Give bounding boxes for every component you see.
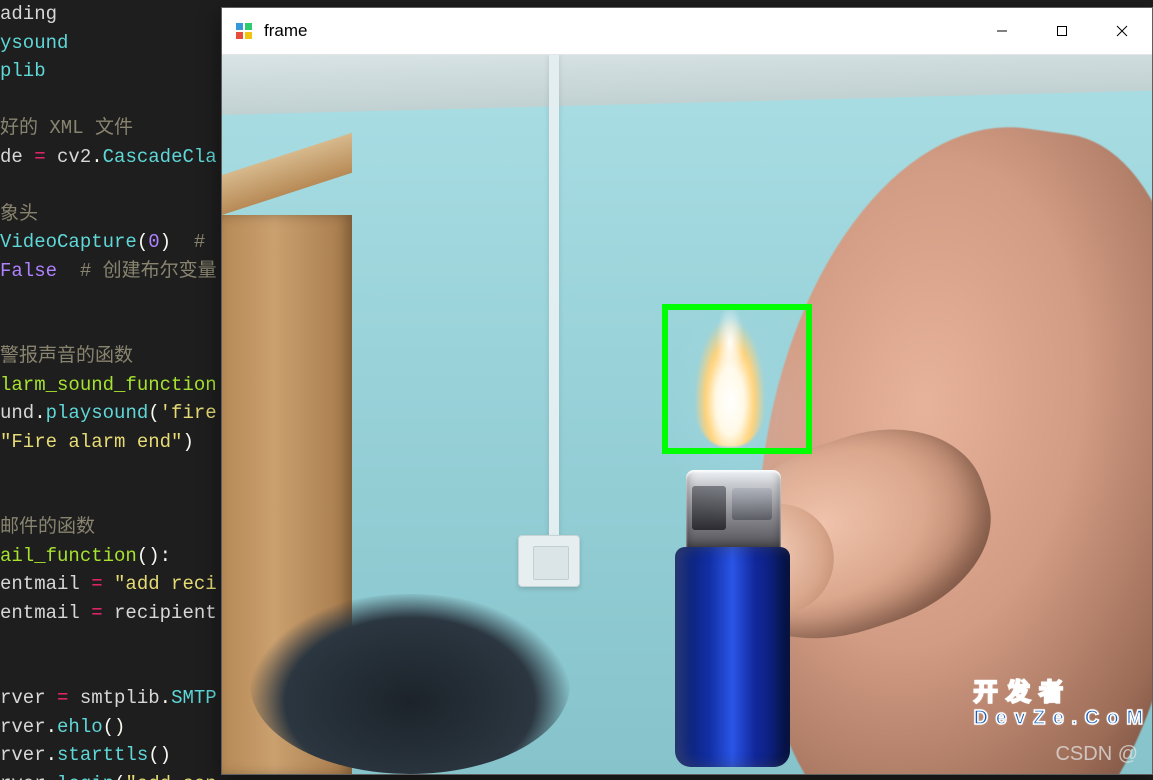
minimize-button[interactable]: [972, 8, 1032, 55]
camera-frame: 开 发 者 D e v Z e . C o M CSDN @: [222, 55, 1152, 774]
detection-bounding-box: [662, 304, 812, 454]
csdn-watermark: CSDN @: [1055, 743, 1138, 766]
devze-watermark: 开 发 者 D e v Z e . C o M: [974, 672, 1144, 730]
devze-watermark-top: 开 发 者: [974, 672, 1144, 707]
wall-socket: [518, 535, 580, 587]
opencv-app-icon: [236, 23, 252, 39]
close-icon: [1116, 25, 1128, 37]
lighter-body: [675, 547, 790, 767]
opencv-window: frame 开 发 者: [221, 7, 1153, 775]
devze-watermark-bottom: D e v Z e . C o M: [974, 707, 1144, 730]
cable-trunking: [549, 55, 559, 545]
titlebar[interactable]: frame: [222, 8, 1152, 55]
foreground-shadow: [250, 594, 570, 774]
close-button[interactable]: [1092, 8, 1152, 55]
maximize-icon: [1056, 25, 1068, 37]
window-title: frame: [264, 21, 307, 41]
minimize-icon: [996, 25, 1008, 37]
maximize-button[interactable]: [1032, 8, 1092, 55]
